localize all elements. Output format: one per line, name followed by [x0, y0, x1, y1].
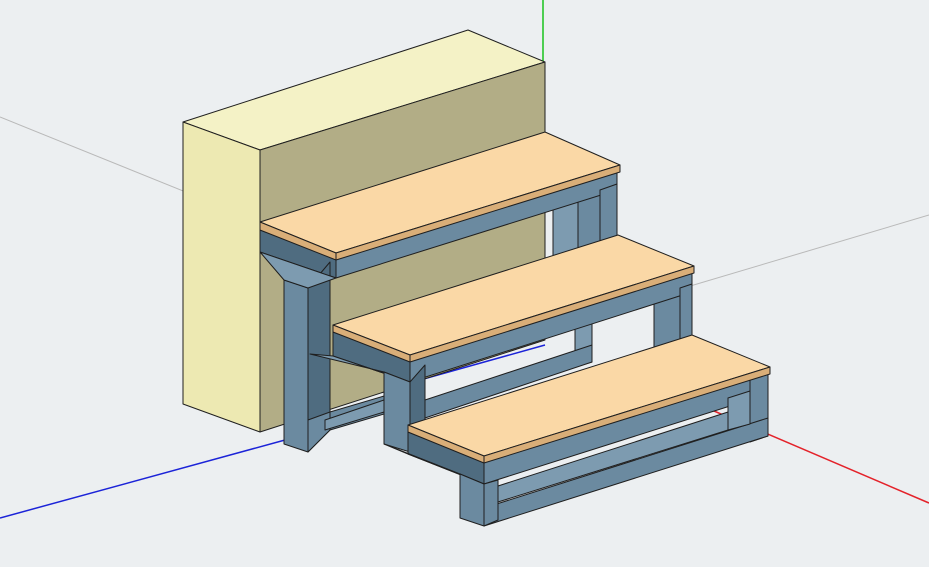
lower-front-post — [483, 479, 499, 527]
middle-front-leg — [383, 371, 411, 453]
scene-canvas[interactable] — [0, 0, 929, 567]
3d-viewport[interactable] — [0, 0, 929, 567]
guide-line-right — [659, 214, 929, 296]
wall-block-front-face — [182, 121, 261, 433]
lower-inner-post — [727, 390, 751, 431]
upper-front-leg — [283, 279, 309, 453]
z-axis-line — [0, 439, 286, 519]
